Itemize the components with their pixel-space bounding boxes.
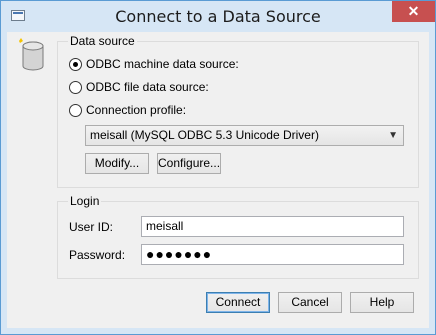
configure-button[interactable]: Configure... [157,153,221,174]
login-group [57,201,419,279]
close-button[interactable]: ✕ [392,1,435,22]
password-label: Password: [69,248,126,262]
help-button[interactable]: Help [350,292,414,313]
title-bar[interactable]: Connect to a Data Source ✕ [1,1,435,32]
radio-connection-profile-label: Connection profile: [86,103,187,117]
radio-odbc-machine[interactable]: ODBC machine data source: [69,57,239,71]
data-source-select[interactable]: meisall (MySQL ODBC 5.3 Unicode Driver) … [85,125,404,146]
dialog-body: Data source ODBC machine data source: OD… [7,32,429,328]
password-input[interactable]: ●●●●●●● [141,244,404,265]
modify-button[interactable]: Modify... [85,153,149,174]
cancel-button[interactable]: Cancel [278,292,342,313]
dialog-window: Connect to a Data Source ✕ Data source O… [0,0,436,335]
data-source-group-label: Data source [68,34,137,48]
radio-odbc-file[interactable]: ODBC file data source: [69,80,209,94]
chevron-down-icon[interactable]: ▼ [388,126,398,145]
login-group-label: Login [68,194,102,208]
database-icon [19,38,44,71]
radio-odbc-file-button[interactable] [69,80,82,94]
user-id-label: User ID: [69,220,114,234]
radio-connection-profile-button[interactable] [69,103,82,117]
window-title: Connect to a Data Source [115,7,321,26]
radio-odbc-machine-button[interactable] [69,57,82,71]
radio-odbc-file-label: ODBC file data source: [86,80,209,94]
user-id-input[interactable]: meisall [141,216,404,237]
radio-odbc-machine-label: ODBC machine data source: [86,57,239,71]
data-source-select-value: meisall (MySQL ODBC 5.3 Unicode Driver) [90,128,319,142]
connect-button[interactable]: Connect [206,292,270,313]
radio-connection-profile[interactable]: Connection profile: [69,103,186,117]
